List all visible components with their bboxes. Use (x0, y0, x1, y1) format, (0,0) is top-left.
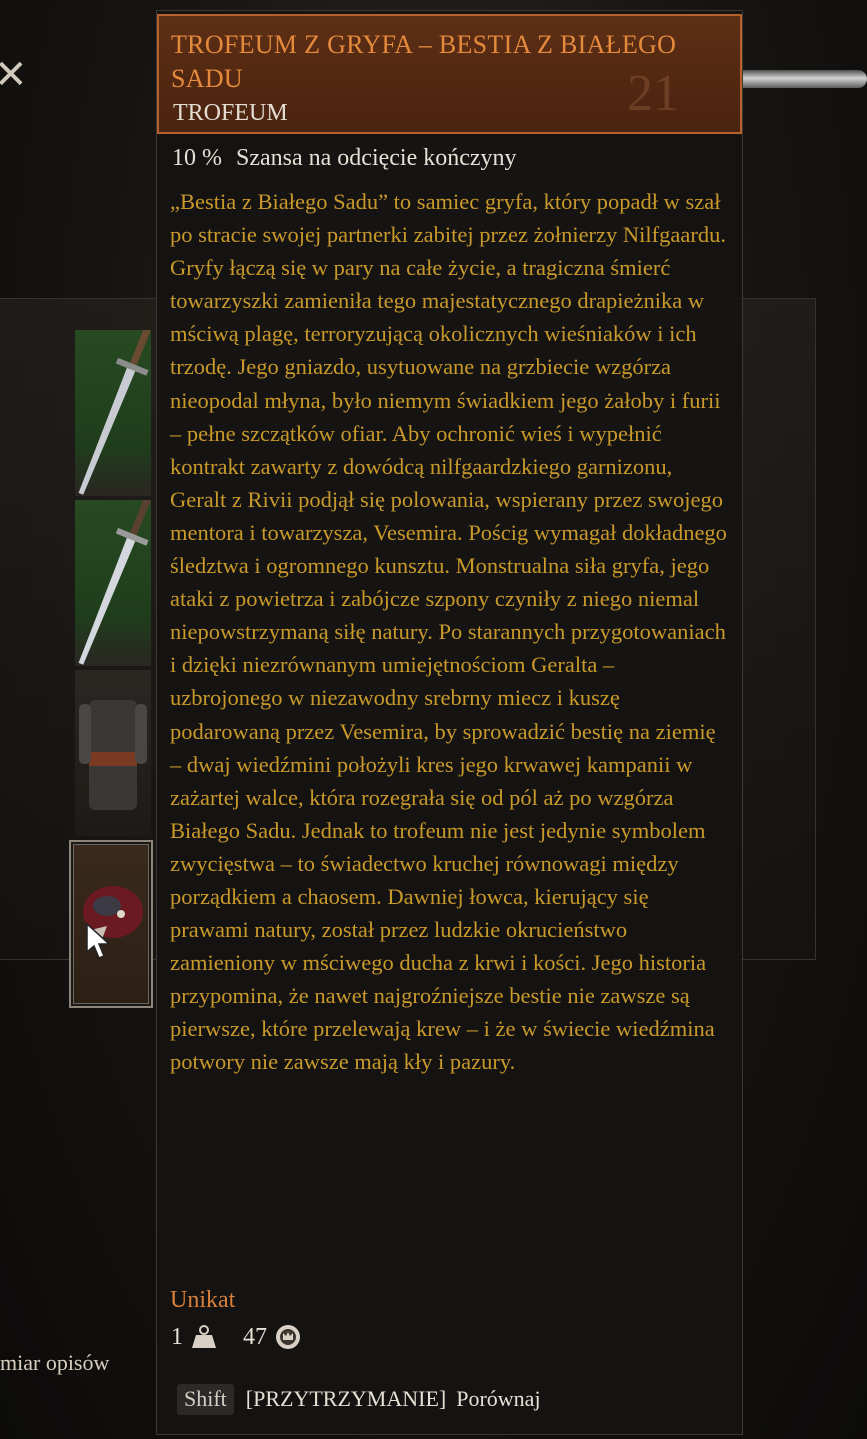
price-value: 47 (243, 1323, 267, 1350)
armor-icon (79, 700, 147, 810)
steel-sword-slot[interactable] (75, 330, 151, 496)
shift-key-badge: Shift (177, 1383, 234, 1415)
stat-value: 10 % (172, 145, 222, 171)
crowns-coin-icon (276, 1325, 300, 1349)
item-rarity: Unikat (170, 1287, 236, 1313)
trophy-slot[interactable] (69, 840, 153, 1008)
item-weight-price: 1 47 (171, 1321, 301, 1353)
item-title: TROFEUM Z GRYFA – BESTIA Z BIAŁEGO SADU (171, 30, 677, 93)
silver-sword-slot[interactable] (75, 500, 151, 666)
item-stat: 10 % Szansa na odcięcie kończyny (172, 145, 517, 172)
cursor-icon (86, 922, 111, 959)
item-type: TROFEUM (173, 100, 288, 126)
compare-action: Porównaj (456, 1386, 541, 1411)
weight-value: 1 (171, 1323, 183, 1350)
steel-sword-icon (78, 330, 151, 495)
tooltip-header: 21 TROFEUM Z GRYFA – BESTIA Z BIAŁEGO SA… (157, 14, 742, 134)
close-icon[interactable]: ✕ (0, 52, 28, 98)
compare-hint: Shift [PRZYTRZYMANIE] Porównaj (177, 1381, 541, 1417)
weight-icon (192, 1325, 216, 1348)
description-size-label: miar opisów (0, 1350, 110, 1375)
armor-slot[interactable] (75, 670, 151, 836)
silver-sword-icon (78, 500, 151, 665)
stat-label: Szansa na odcięcie kończyny (236, 145, 517, 171)
hold-label: [PRZYTRZYMANIE] (245, 1386, 447, 1411)
item-tooltip: 21 TROFEUM Z GRYFA – BESTIA Z BIAŁEGO SA… (156, 10, 743, 1435)
item-description: „Bestia z Białego Sadu” to samiec gryfa,… (170, 189, 727, 1075)
